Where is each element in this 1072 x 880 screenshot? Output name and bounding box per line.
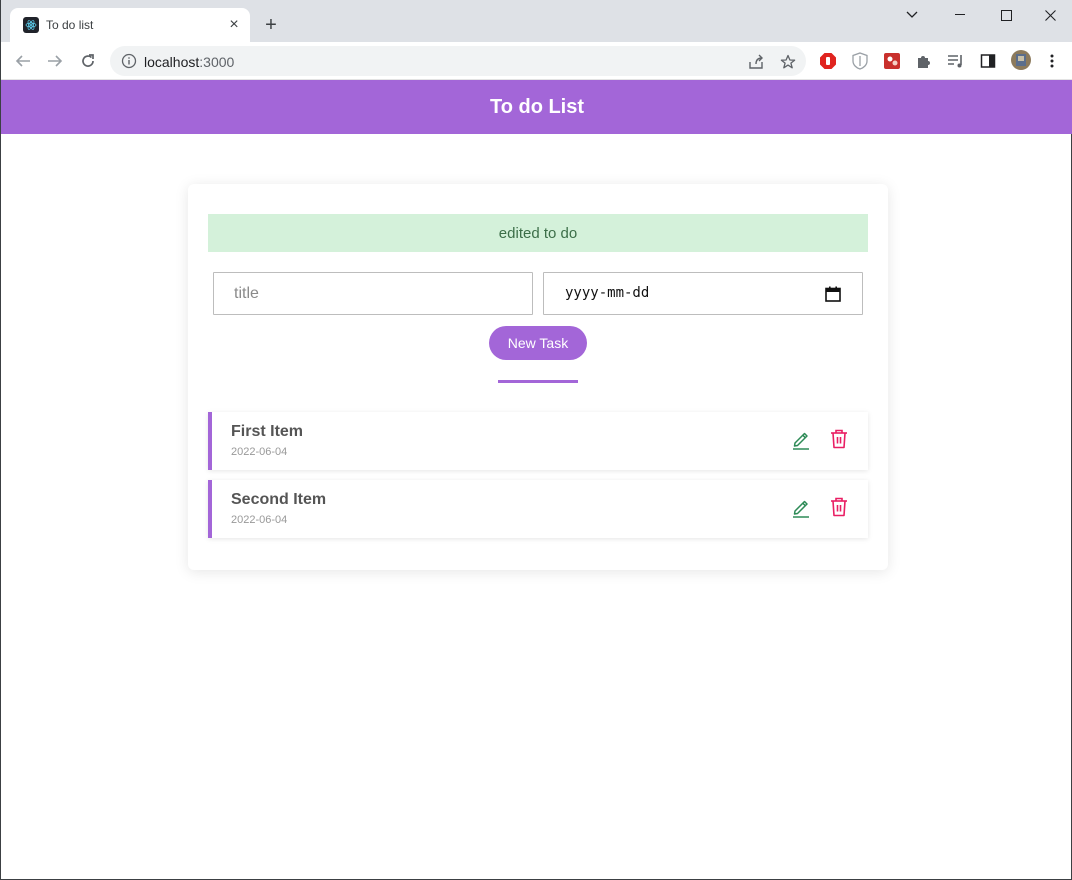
url-host: localhost bbox=[144, 54, 200, 70]
profile-avatar[interactable] bbox=[1011, 50, 1031, 70]
close-window-icon[interactable] bbox=[1027, 4, 1072, 26]
date-placeholder: yyyy-mm-dd bbox=[565, 285, 650, 301]
react-favicon-icon bbox=[23, 17, 39, 33]
extensions-puzzle-icon[interactable] bbox=[915, 52, 933, 70]
bookmark-star-icon[interactable] bbox=[779, 53, 797, 71]
title-input[interactable] bbox=[213, 272, 533, 315]
accent-divider bbox=[498, 380, 578, 383]
delete-trash-icon[interactable] bbox=[828, 428, 850, 450]
alert-text: edited to do bbox=[498, 224, 578, 242]
todo-date: 2022-06-04 bbox=[231, 446, 288, 458]
reload-icon[interactable] bbox=[78, 51, 98, 71]
side-panel-icon[interactable] bbox=[979, 52, 997, 70]
url-text: localhost:3000 bbox=[144, 54, 234, 70]
status-alert: edited to do bbox=[208, 214, 868, 252]
delete-trash-icon[interactable] bbox=[828, 496, 850, 518]
new-task-button[interactable]: New Task bbox=[489, 326, 587, 360]
todo-date: 2022-06-04 bbox=[231, 514, 288, 526]
calendar-icon[interactable] bbox=[825, 286, 841, 302]
todo-title: First Item bbox=[231, 423, 304, 440]
url-port: :3000 bbox=[199, 54, 235, 70]
date-input[interactable]: yyyy-mm-dd bbox=[543, 272, 863, 315]
forward-arrow-icon[interactable] bbox=[45, 51, 65, 71]
browser-toolbar: localhost:3000 bbox=[1, 42, 1072, 80]
maximize-icon[interactable] bbox=[983, 4, 1029, 26]
shield-extension-icon[interactable] bbox=[851, 52, 869, 70]
edit-pencil-icon[interactable] bbox=[790, 496, 812, 518]
new-tab-icon[interactable]: + bbox=[261, 15, 281, 35]
tab-title: To do list bbox=[46, 18, 94, 32]
tab-close-icon[interactable]: × bbox=[226, 17, 242, 33]
edit-pencil-icon[interactable] bbox=[790, 428, 812, 450]
tab-strip: To do list × + bbox=[1, 0, 1072, 42]
media-control-icon[interactable] bbox=[947, 52, 965, 70]
share-icon[interactable] bbox=[747, 53, 765, 71]
back-arrow-icon[interactable] bbox=[13, 51, 33, 71]
minimize-icon[interactable] bbox=[937, 4, 983, 26]
todo-item: Second Item 2022-06-04 bbox=[208, 480, 868, 538]
browser-menu-icon[interactable] bbox=[1043, 52, 1061, 70]
app-header: To do List bbox=[1, 80, 1072, 134]
todo-title: Second Item bbox=[231, 491, 327, 508]
site-info-icon[interactable] bbox=[121, 53, 137, 69]
todo-card: edited to do yyyy-mm-dd New Task First I… bbox=[188, 184, 888, 570]
red-extension-icon[interactable] bbox=[883, 52, 901, 70]
adblock-extension-icon[interactable] bbox=[819, 52, 837, 70]
browser-window: To do list × + localhost:3000 To do List… bbox=[0, 0, 1072, 880]
address-bar[interactable]: localhost:3000 bbox=[110, 46, 806, 76]
page-title: To do List bbox=[489, 95, 585, 118]
browser-tab[interactable]: To do list × bbox=[10, 8, 250, 42]
tab-search-chevron-icon[interactable] bbox=[889, 4, 935, 26]
todo-item: First Item 2022-06-04 bbox=[208, 412, 868, 470]
